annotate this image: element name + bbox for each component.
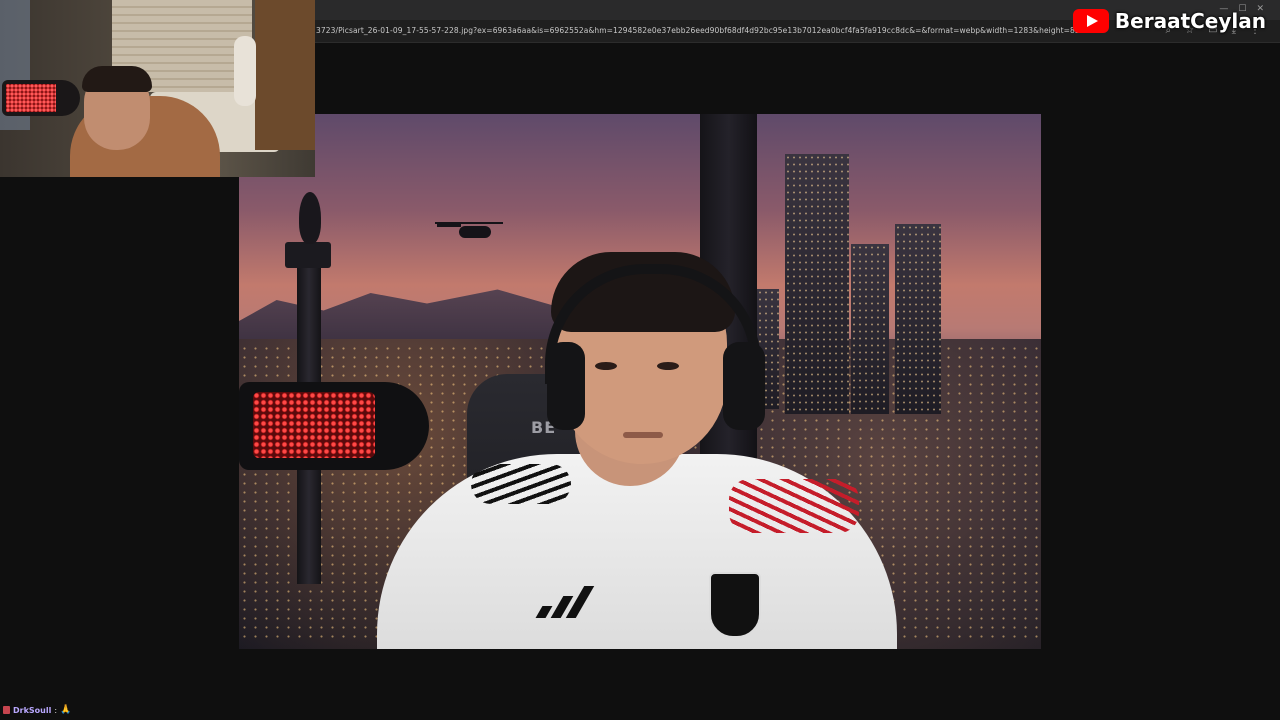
channel-watermark: BeraatCeylan	[1072, 9, 1266, 33]
mouth	[623, 432, 663, 438]
channel-name: BeraatCeylan	[1114, 9, 1266, 33]
wardrobe-door	[255, 0, 315, 150]
chat-separator: :	[54, 705, 58, 715]
skyscraper	[785, 154, 849, 414]
microphone-glow	[6, 84, 56, 112]
headphone-cup-left	[547, 342, 585, 430]
jersey-stripes-black	[471, 464, 571, 504]
streamer-hair	[82, 66, 152, 92]
youtube-icon	[1072, 9, 1109, 33]
microphone	[239, 382, 429, 470]
skyscraper	[895, 224, 941, 414]
url-text[interactable]: 3723/Picsart_26-01-09_17-55-57-228.jpg?e…	[316, 26, 1085, 35]
chat-emote: 🙏	[60, 705, 72, 715]
monument-capital	[285, 242, 331, 268]
monument-flame	[299, 192, 321, 244]
eye-left	[595, 362, 617, 370]
jersey-stripes-red	[729, 479, 859, 533]
helicopter	[435, 212, 503, 244]
chat-message: DrkSoull : 🙏	[3, 705, 71, 715]
adidas-logo	[535, 582, 599, 618]
viewed-image: BE	[239, 114, 1041, 649]
headphone-cup-right	[723, 342, 765, 430]
club-crest	[709, 572, 761, 638]
chat-badge-icon	[3, 706, 10, 714]
streamer-webcam	[0, 0, 315, 177]
figurine	[234, 36, 256, 106]
chat-username[interactable]: DrkSoull	[13, 706, 51, 715]
eye-right	[657, 362, 679, 370]
skyscraper	[851, 244, 889, 414]
